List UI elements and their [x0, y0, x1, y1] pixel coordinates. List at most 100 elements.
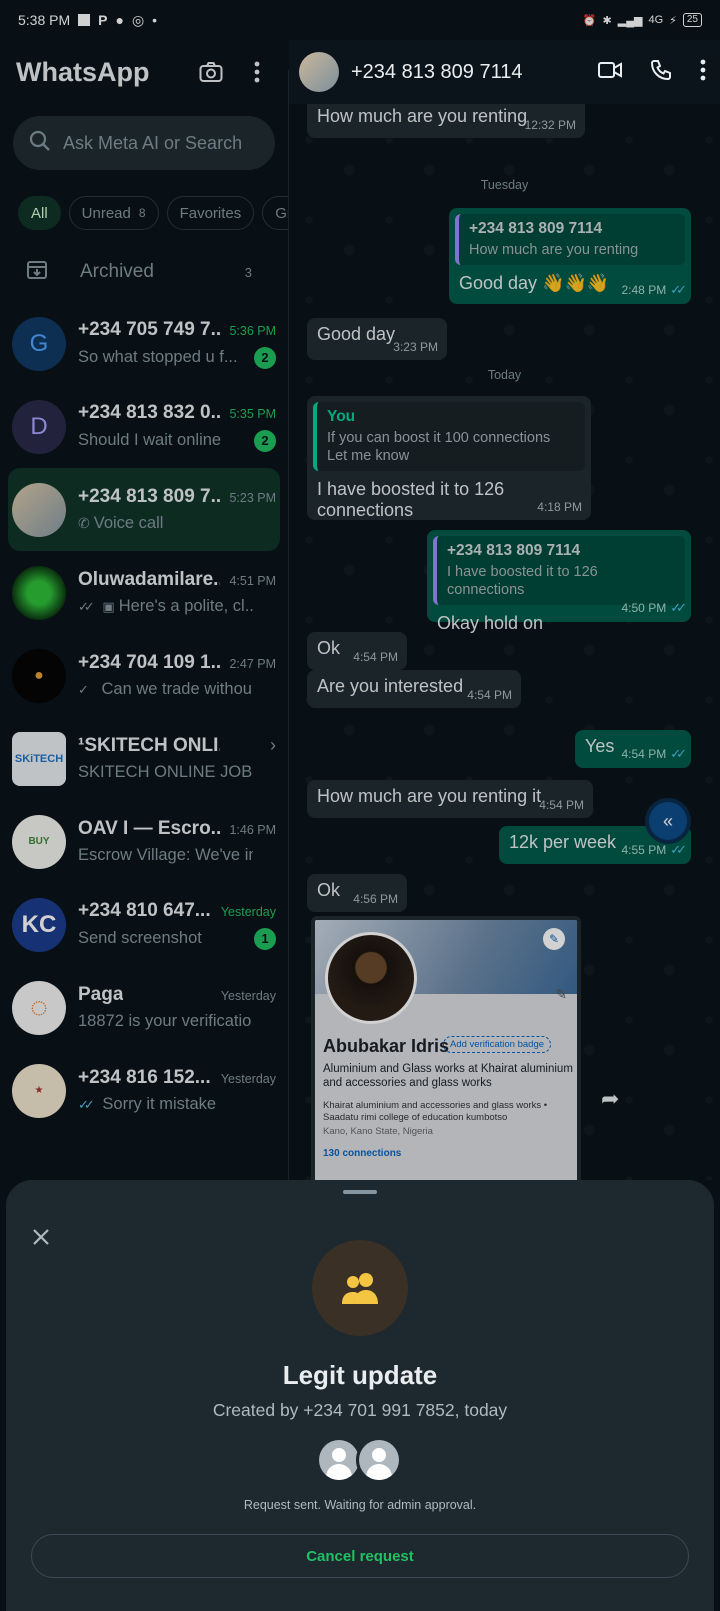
chat-name: +234 813 809 7... — [78, 486, 220, 507]
chat-row[interactable]: G +234 705 749 7... 5:36 PM So what stopp… — [0, 302, 288, 385]
profile-location: Kano, Kano State, Nigeria — [323, 1126, 433, 1137]
camera-icon[interactable] — [196, 57, 226, 87]
video-call-icon[interactable] — [598, 61, 622, 84]
member-avatars — [316, 1437, 406, 1483]
drag-handle[interactable] — [343, 1190, 377, 1194]
archive-icon — [26, 259, 48, 286]
message-time: 3:23 PM — [393, 340, 438, 354]
chat-time: 5:36 PM — [229, 323, 276, 338]
chat-row-selected[interactable]: +234 813 809 7... 5:23 PM ✆ Voice call — [8, 468, 280, 551]
filter-favorites[interactable]: Favorites — [166, 196, 255, 230]
message-time: 12:32 PM — [524, 118, 576, 132]
check-icon: ✓ — [78, 681, 89, 697]
scroll-down-button[interactable]: « — [649, 802, 687, 840]
signal-icon: ▂▄▆ — [617, 14, 643, 27]
chat-preview: ✆ Voice call — [78, 514, 164, 532]
date-divider: Today — [487, 368, 522, 382]
cancel-request-button[interactable]: Cancel request — [31, 1534, 689, 1578]
message-outgoing[interactable]: +234 813 809 7114 I have boosted it to 1… — [427, 530, 691, 633]
message-outgoing[interactable]: +234 813 809 7114 How much are you renti… — [449, 208, 691, 304]
search-input[interactable] — [63, 132, 263, 154]
profile-headline: Aluminium and Glass works at Khairat alu… — [323, 1063, 573, 1089]
signal-4g-icon: 4G — [648, 14, 664, 26]
chat-row[interactable]: BUY OAV I — Escro... 1:46 PM Escrow Villa… — [0, 800, 288, 883]
message-incoming[interactable]: Ok 4:56 PM — [307, 874, 407, 912]
message-time: 4:54 PM — [467, 688, 512, 702]
message-time: 2:48 PM — [621, 283, 667, 297]
chat-preview: Send screenshot — [78, 929, 202, 947]
chat-notification-icon: ● — [115, 12, 124, 28]
read-ticks-icon: ✓✓ — [670, 842, 687, 857]
search-bar[interactable] — [13, 116, 275, 170]
chat-name: +234 810 647... — [78, 899, 211, 921]
archived-row[interactable]: Archived 3 — [0, 242, 288, 302]
quoted-message[interactable]: +234 813 809 7114 I have boosted it to 1… — [433, 536, 685, 605]
message-time: 4:55 PM — [621, 843, 667, 857]
close-icon[interactable] — [26, 1222, 56, 1252]
alarm-icon: ⏰ — [582, 14, 597, 27]
chat-preview: ✓ Can we trade withou... — [78, 680, 253, 698]
read-ticks-icon: ✓✓ — [670, 746, 687, 761]
more-notifications-icon: • — [152, 12, 158, 28]
voice-call-icon[interactable] — [650, 59, 672, 86]
group-subtitle: Created by +234 701 991 7852, today — [212, 1400, 508, 1420]
avatar: BUY — [12, 814, 66, 869]
chat-row[interactable]: D +234 813 832 0... 5:35 PM Should I wait… — [0, 385, 288, 468]
quoted-message[interactable]: +234 813 809 7114 How much are you renti… — [455, 214, 685, 265]
profile-photo — [325, 932, 417, 1024]
avatar: SKiTECH — [12, 731, 66, 786]
chat-preview: ✓✓ Sorry it mistake — [78, 1095, 217, 1113]
avatar — [12, 565, 66, 620]
unread-badge: 2 — [254, 429, 276, 452]
chat-row[interactable]: Oluwadamilare... 4:51 PM ✓✓ ▣ Here's a pol… — [0, 551, 288, 634]
double-chevron-icon: « — [662, 810, 673, 831]
filter-all[interactable]: All — [18, 196, 61, 230]
pencil-icon: ✎ — [555, 986, 567, 1002]
filter-unread[interactable]: Unread 8 — [68, 196, 159, 230]
message-incoming[interactable]: Good day 3:23 PM — [307, 318, 447, 360]
profile-experience: Khairat aluminium and accessories and gl… — [323, 1100, 548, 1123]
chat-name: +234 704 109 1... — [78, 652, 220, 673]
chat-row[interactable]: ● +234 704 109 1... 2:47 PM ✓ Can we trad… — [0, 634, 288, 717]
chat-preview: 18872 is your verificatio... — [78, 1012, 253, 1030]
unread-badge: 2 — [254, 346, 276, 369]
chat-time: 5:35 PM — [229, 406, 276, 421]
menu-dots-icon[interactable] — [242, 57, 272, 87]
message-incoming[interactable]: How much are you renting it 4:54 PM — [307, 780, 593, 818]
chevron-right-icon: › — [270, 735, 276, 755]
archived-count: 3 — [244, 264, 252, 280]
unread-count: 8 — [138, 206, 146, 220]
group-icon — [312, 1240, 408, 1336]
chat-name: OAV I — Escro... — [78, 818, 220, 839]
chat-time: 2:47 PM — [229, 657, 276, 671]
message-incoming[interactable]: Are you interested 4:54 PM — [307, 670, 521, 708]
message-time: 4:56 PM — [353, 892, 398, 906]
contact-title[interactable]: +234 813 809 7114 — [351, 61, 598, 84]
quoted-message[interactable]: You If you can boost it 100 connections … — [313, 402, 585, 471]
chat-name: +234 705 749 7... — [78, 318, 220, 340]
contact-avatar[interactable] — [299, 52, 339, 92]
chat-time: Yesterday — [220, 989, 276, 1003]
forward-icon[interactable]: ➦ — [601, 1086, 619, 1112]
whatsapp-notification-icon: ◎ — [131, 11, 145, 28]
image-message[interactable]: ✎ ✎ Abubakar Idris Add verification badg… — [311, 916, 581, 1180]
read-ticks-icon: ✓✓ — [670, 600, 687, 615]
message-outgoing[interactable]: Yes 4:54 PM ✓✓ — [575, 730, 691, 768]
chat-row[interactable]: ★ +234 816 152... Yesterday ✓✓ Sorry it m… — [0, 1049, 288, 1132]
message-time: 4:54 PM — [621, 747, 667, 761]
message-incoming[interactable]: Ok 4:54 PM — [307, 632, 407, 670]
member-avatar — [356, 1437, 402, 1483]
chat-row[interactable]: ◌ Paga Yesterday 18872 is your verificati… — [0, 966, 288, 1049]
chat-time: 5:23 PM — [229, 491, 276, 505]
filter-groups[interactable]: Gro — [262, 196, 288, 230]
chat-name: +234 816 152... — [78, 1067, 211, 1088]
bluetooth-icon: ✱ — [602, 14, 612, 27]
chat-row[interactable]: SKiTECH ¹SKITECH ONLI... › SKITECH ONLINE… — [0, 717, 288, 800]
chat-name: +234 813 832 0... — [78, 401, 220, 423]
charging-icon: ⚡ — [669, 14, 677, 27]
group-invite-sheet: Legit update Created by +234 701 991 785… — [6, 1180, 714, 1611]
status-time: 5:38 PM — [18, 12, 71, 28]
chat-row[interactable]: KC +234 810 647... Yesterday Send screens… — [0, 883, 288, 966]
conversation-menu-icon[interactable] — [700, 59, 706, 86]
message-incoming[interactable]: You If you can boost it 100 connections … — [307, 396, 591, 520]
